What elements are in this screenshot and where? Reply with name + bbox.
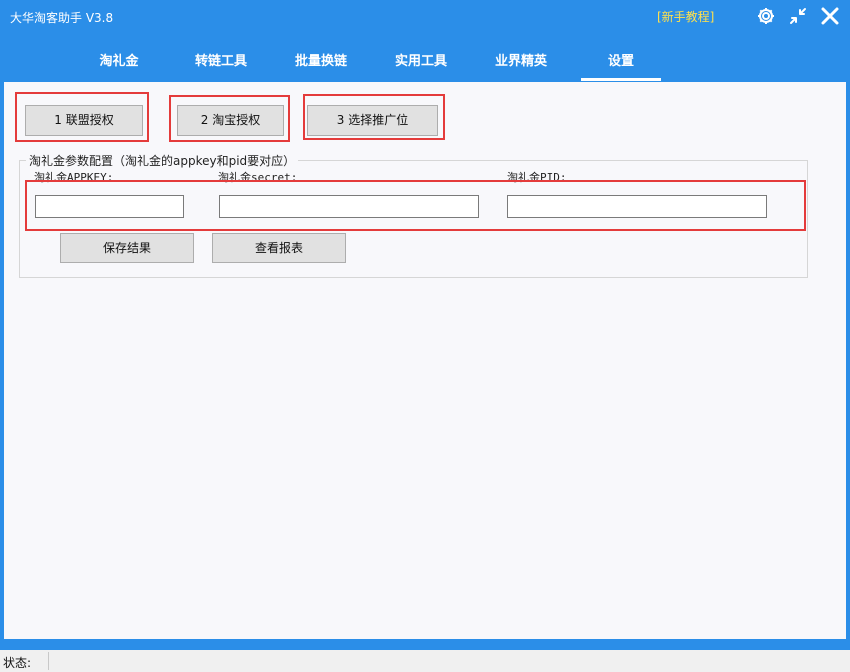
tab-industry-elite[interactable]: 业界精英 xyxy=(481,44,561,80)
tab-utilities[interactable]: 实用工具 xyxy=(381,44,461,80)
select-promo-position-button[interactable]: 3 选择推广位 xyxy=(307,105,438,136)
title-bar: 大华淘客助手 V3.8 [新手教程] xyxy=(0,0,850,32)
main-tabs: 淘礼金 转链工具 批量换链 实用工具 业界精英 设置 xyxy=(0,44,850,81)
save-result-button[interactable]: 保存结果 xyxy=(60,233,194,263)
tutorial-link[interactable]: [新手教程] xyxy=(657,8,714,25)
pid-input[interactable] xyxy=(507,195,767,218)
group-legend: 淘礼金参数配置（淘礼金的appkey和pid要对应） xyxy=(26,152,299,169)
tab-link-convert[interactable]: 转链工具 xyxy=(181,44,261,80)
taobao-auth-button[interactable]: 2 淘宝授权 xyxy=(177,105,284,136)
status-label: 状态: xyxy=(3,656,32,670)
alliance-auth-button[interactable]: 1 联盟授权 xyxy=(25,105,143,136)
tab-taolijin[interactable]: 淘礼金 xyxy=(79,44,159,80)
settings-gear-icon[interactable] xyxy=(755,5,777,27)
app-title: 大华淘客助手 V3.8 xyxy=(10,11,114,25)
view-report-button[interactable]: 查看报表 xyxy=(212,233,346,263)
shrink-arrows-icon[interactable] xyxy=(787,5,809,27)
app-window: 大华淘客助手 V3.8 [新手教程] 淘礼金 转链工具 批量换链 实用工具 业界… xyxy=(0,0,850,650)
settings-panel: 1 联盟授权 2 淘宝授权 3 选择推广位 淘礼金参数配置（淘礼金的appkey… xyxy=(4,82,846,639)
status-divider xyxy=(48,652,49,670)
tab-settings[interactable]: 设置 xyxy=(581,44,661,81)
tab-batch-convert[interactable]: 批量换链 xyxy=(281,44,361,80)
secret-input[interactable] xyxy=(219,195,479,218)
status-bar: 状态: xyxy=(0,650,850,672)
appkey-input[interactable] xyxy=(35,195,184,218)
close-x-icon[interactable] xyxy=(819,5,841,27)
